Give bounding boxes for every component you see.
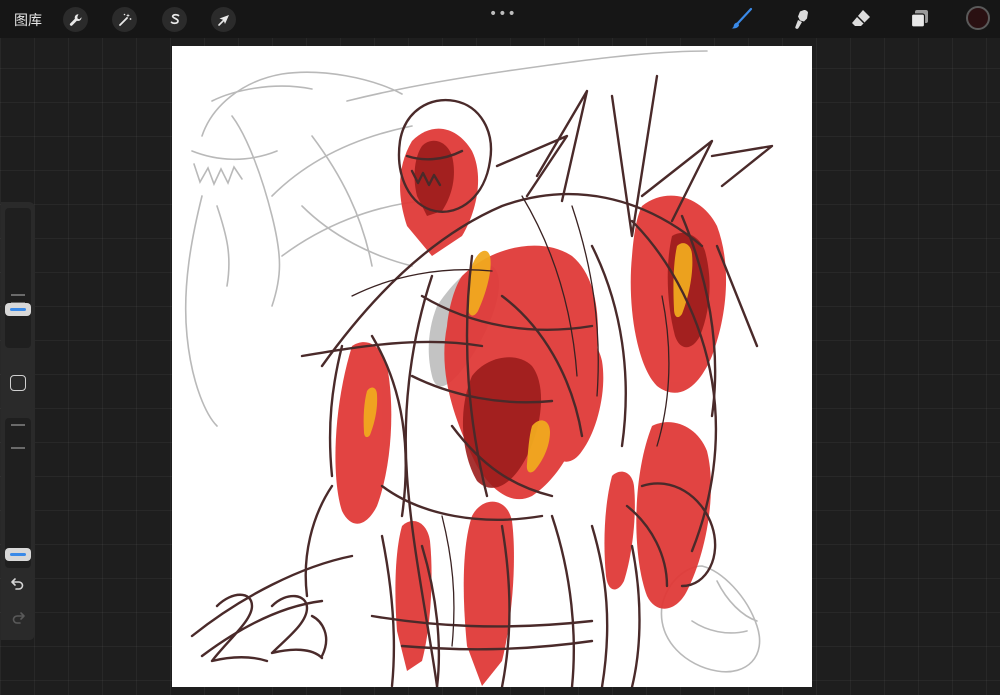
slider-tick (11, 294, 25, 296)
slider-tick (11, 447, 25, 449)
brush-tool-button[interactable] (728, 5, 756, 33)
wrench-icon (69, 13, 82, 26)
redo-icon (12, 612, 25, 624)
slider-tick (11, 424, 25, 426)
eraser-tool-button[interactable] (847, 5, 875, 33)
drawing-canvas[interactable] (172, 46, 812, 687)
layers-icon (910, 10, 928, 28)
smudge-tool-button[interactable] (788, 5, 816, 33)
brush-size-thumb[interactable] (5, 303, 31, 316)
brush-icon (731, 7, 753, 29)
selection-button[interactable] (162, 7, 187, 32)
brush-opacity-thumb[interactable] (5, 548, 31, 561)
arrow-cursor-icon (217, 14, 229, 26)
modify-button[interactable] (10, 375, 26, 391)
layers-button[interactable] (906, 5, 934, 33)
transform-button[interactable] (211, 7, 236, 32)
selection-s-icon (170, 13, 179, 24)
magic-wand-icon (118, 13, 131, 26)
adjustments-button[interactable] (112, 7, 137, 32)
brush-size-slider[interactable] (5, 208, 31, 348)
undo-button[interactable] (9, 574, 27, 592)
color-picker-button[interactable] (966, 6, 990, 30)
more-menu-button[interactable]: ••• (489, 6, 517, 22)
gallery-button[interactable]: 图库 (14, 10, 42, 30)
actions-button[interactable] (63, 7, 88, 32)
sketch-drawing (184, 50, 774, 687)
redo-button[interactable] (9, 608, 27, 626)
eraser-icon (852, 10, 870, 26)
top-toolbar: 图库 ••• (0, 0, 1000, 38)
left-sidebar (1, 202, 35, 640)
undo-icon (11, 578, 24, 590)
smudge-icon (795, 10, 808, 29)
brush-opacity-slider[interactable] (5, 418, 31, 568)
